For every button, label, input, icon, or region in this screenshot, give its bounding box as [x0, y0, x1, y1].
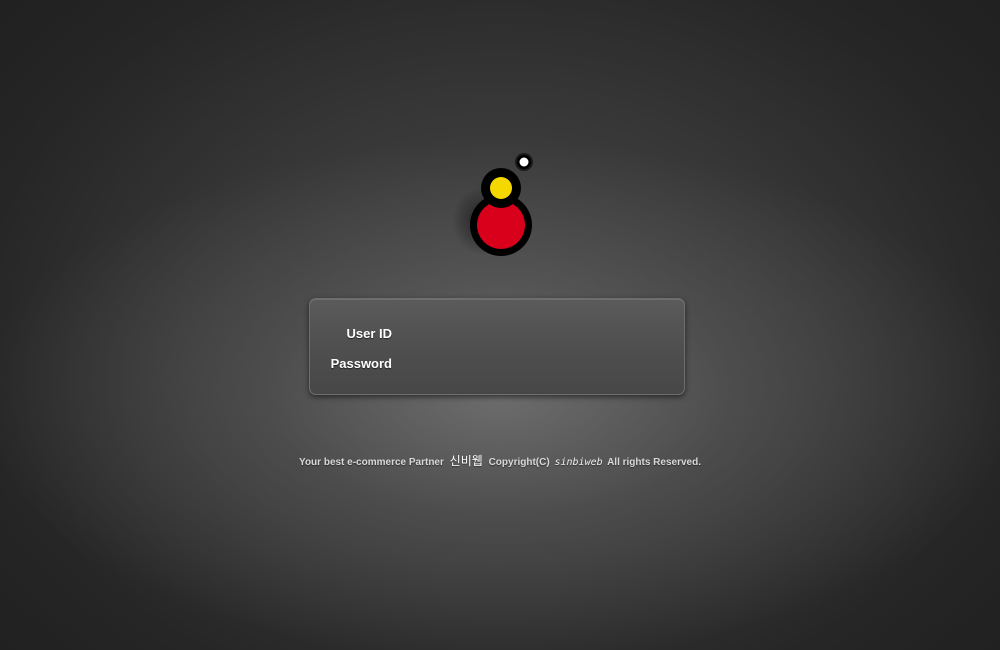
- footer-brand: sinbiweb: [554, 457, 603, 468]
- userid-input[interactable]: [402, 324, 590, 342]
- password-input[interactable]: [402, 354, 590, 372]
- password-row: Password: [310, 352, 590, 374]
- password-label: Password: [330, 355, 392, 371]
- logo-graphic: [452, 153, 533, 256]
- footer-copyright-label: Copyright(C): [488, 457, 550, 468]
- footer-suffix: All rights Reserved.: [607, 457, 701, 468]
- footer-brand-korean: 신비웹: [449, 454, 483, 468]
- footer-prefix: Your best e-commerce Partner: [299, 457, 444, 468]
- sinbiweb-logo-icon: [440, 145, 550, 265]
- login-panel: User ID Password: [309, 298, 685, 395]
- userid-row: User ID: [310, 322, 590, 344]
- userid-label: User ID: [346, 325, 392, 341]
- footer-copyright: Your best e-commerce Partner 신비웹 Copyrig…: [0, 452, 1000, 469]
